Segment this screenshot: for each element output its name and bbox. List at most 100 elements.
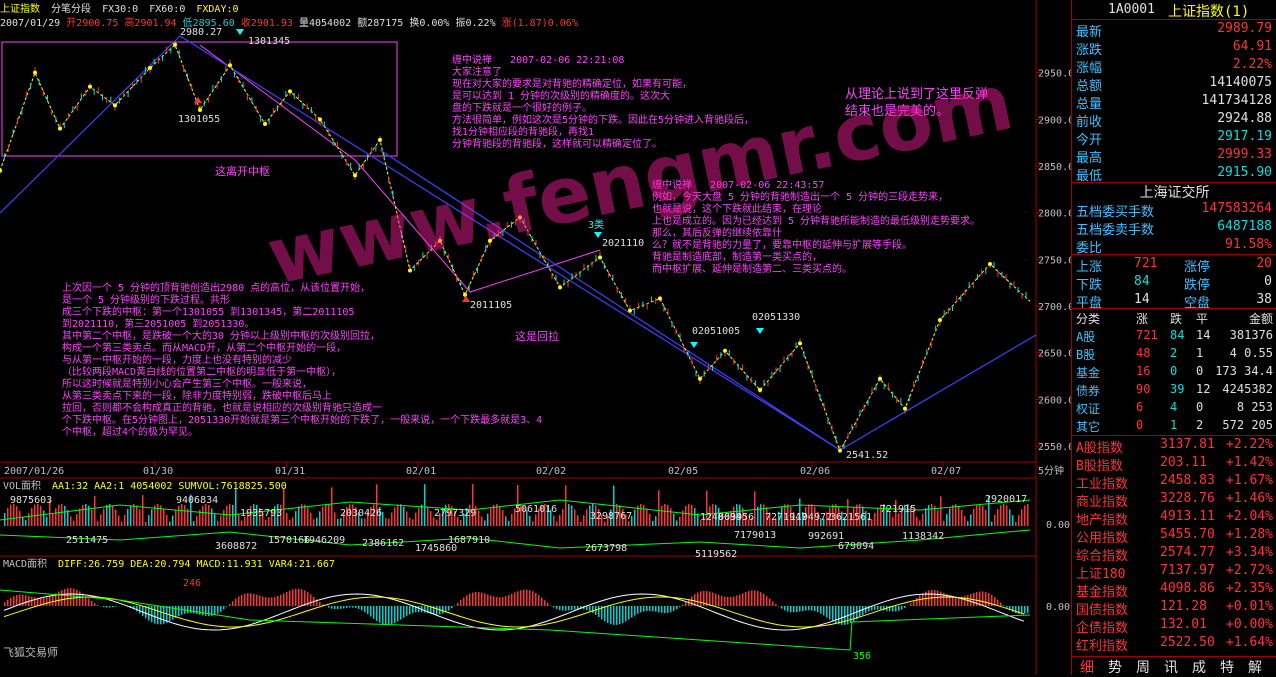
macd-bar [181, 606, 183, 615]
quote-value: 64.91 [1233, 39, 1272, 54]
volume-bar [124, 515, 126, 526]
panel-tab-5[interactable]: 特 [1220, 657, 1234, 677]
table-cell: 4 0.55 [1230, 346, 1273, 360]
index-row[interactable]: B股指数203.11+1.42% [1072, 455, 1276, 473]
panel-tab-0[interactable]: 细 [1080, 657, 1094, 677]
volume-bar [511, 514, 513, 526]
macd-bar [679, 606, 681, 607]
volume-bar [1009, 509, 1011, 526]
index-row[interactable]: 地产指数4913.11+2.04% [1072, 509, 1276, 527]
volume-bar [649, 514, 651, 526]
x-tick-label: 02/05 [668, 466, 698, 477]
macd-bar [97, 605, 99, 606]
volume-bar [406, 511, 408, 526]
macd-bar [556, 606, 558, 609]
index-row[interactable]: 红利指数2522.50+1.64% [1072, 635, 1276, 653]
volume-bar [976, 505, 978, 526]
macd-bar [598, 606, 600, 617]
volume-bar [577, 515, 579, 526]
volume-bar [952, 505, 954, 526]
macd-bar [895, 606, 897, 611]
macd-bar [463, 597, 465, 606]
volume-bar [673, 514, 675, 526]
volume-bar [478, 511, 480, 526]
volume-bar [1015, 522, 1017, 526]
panel-tab-6[interactable]: 解 [1248, 657, 1262, 677]
macd-bar [802, 606, 804, 611]
macd-bar [346, 606, 348, 608]
volume-bar [289, 520, 291, 526]
limit-count: 38 [1256, 292, 1272, 307]
macd-bar [568, 606, 570, 610]
macd-bar [481, 593, 483, 606]
macd-bar [388, 606, 390, 625]
panel-tab-3[interactable]: 讯 [1164, 657, 1178, 677]
table-cell: 4245382 [1222, 382, 1273, 396]
macd-bar [385, 606, 387, 625]
macd-bar [190, 606, 192, 613]
macd-bar [13, 596, 15, 606]
index-row[interactable]: 国债指数121.28+0.01% [1072, 599, 1276, 617]
volume-bar [436, 520, 438, 526]
index-row[interactable]: A股指数3137.81+2.22% [1072, 437, 1276, 455]
index-name: A股指数 [1076, 437, 1123, 456]
macd-bar [736, 596, 738, 606]
macd-bar [622, 606, 624, 623]
quote-row: 涨跌64.91 [1072, 38, 1276, 56]
volume-bar [412, 519, 414, 526]
y-tick-label: 2950.00 [1038, 69, 1071, 80]
panel-tab-4[interactable]: 成 [1192, 657, 1206, 677]
index-row[interactable]: 工业指数2458.83+1.67% [1072, 473, 1276, 491]
volume-bar [937, 510, 939, 526]
index-change: +0.00% [1226, 617, 1273, 632]
table-cell: 权证 [1076, 400, 1100, 417]
macd-bar [394, 606, 396, 623]
volume-bar [940, 496, 942, 526]
x-tick-label: 2007/01/26 [4, 466, 64, 477]
macd-bar [25, 595, 27, 606]
table-header-cell: 涨 [1136, 310, 1148, 327]
volume-bar [661, 506, 663, 526]
macd-bar [493, 596, 495, 606]
volume-bar [571, 505, 573, 526]
index-row[interactable]: 商业指数3228.76+1.46% [1072, 491, 1276, 509]
stock-name: 上证指数(1) [1168, 1, 1249, 21]
macd-bar [343, 606, 345, 608]
table-cell: 16 [1136, 364, 1150, 378]
macd-bar [487, 595, 489, 606]
index-row[interactable]: 上证1807137.97+2.72% [1072, 563, 1276, 581]
y-tick-label: 2800.00 [1038, 209, 1071, 220]
macd-value-label: 246 [183, 578, 201, 589]
volume-bar [91, 510, 93, 526]
macd-value-label: 356 [853, 651, 871, 662]
index-row[interactable]: 公用指数5455.70+1.28% [1072, 527, 1276, 545]
index-name: 国债指数 [1076, 599, 1128, 618]
volume-bar [994, 515, 996, 526]
index-row[interactable]: 企债指数132.01+0.00% [1072, 617, 1276, 635]
macd-bar [418, 606, 420, 612]
volume-bar [991, 522, 993, 526]
volume-bar [292, 517, 294, 526]
index-row[interactable]: 综合指数2574.77+3.34% [1072, 545, 1276, 563]
macd-bar [490, 596, 492, 606]
index-value: 4913.11 [1160, 509, 1215, 524]
macd-bar [505, 596, 507, 606]
macd-bar [289, 591, 291, 606]
panel-tab-1[interactable]: 势 [1108, 657, 1122, 677]
index-row[interactable]: 基金指数4098.86+2.35% [1072, 581, 1276, 599]
volume-value-label: 1935793 [240, 508, 282, 519]
volume-bar [316, 518, 318, 526]
macd-bar [880, 606, 882, 610]
table-header-cell: 跌 [1170, 310, 1182, 327]
volume-bar [202, 506, 204, 526]
volume-bar [52, 514, 54, 526]
volume-bar [964, 516, 966, 526]
panel-tab-2[interactable]: 周 [1136, 657, 1150, 677]
macd-bar [724, 597, 726, 606]
price-annotation: 1301345 [248, 36, 290, 47]
macd-bar [637, 606, 639, 614]
volume-bar [85, 504, 87, 526]
volume-bar [31, 508, 33, 526]
volume-bar [205, 504, 207, 526]
macd-bar [82, 594, 84, 606]
